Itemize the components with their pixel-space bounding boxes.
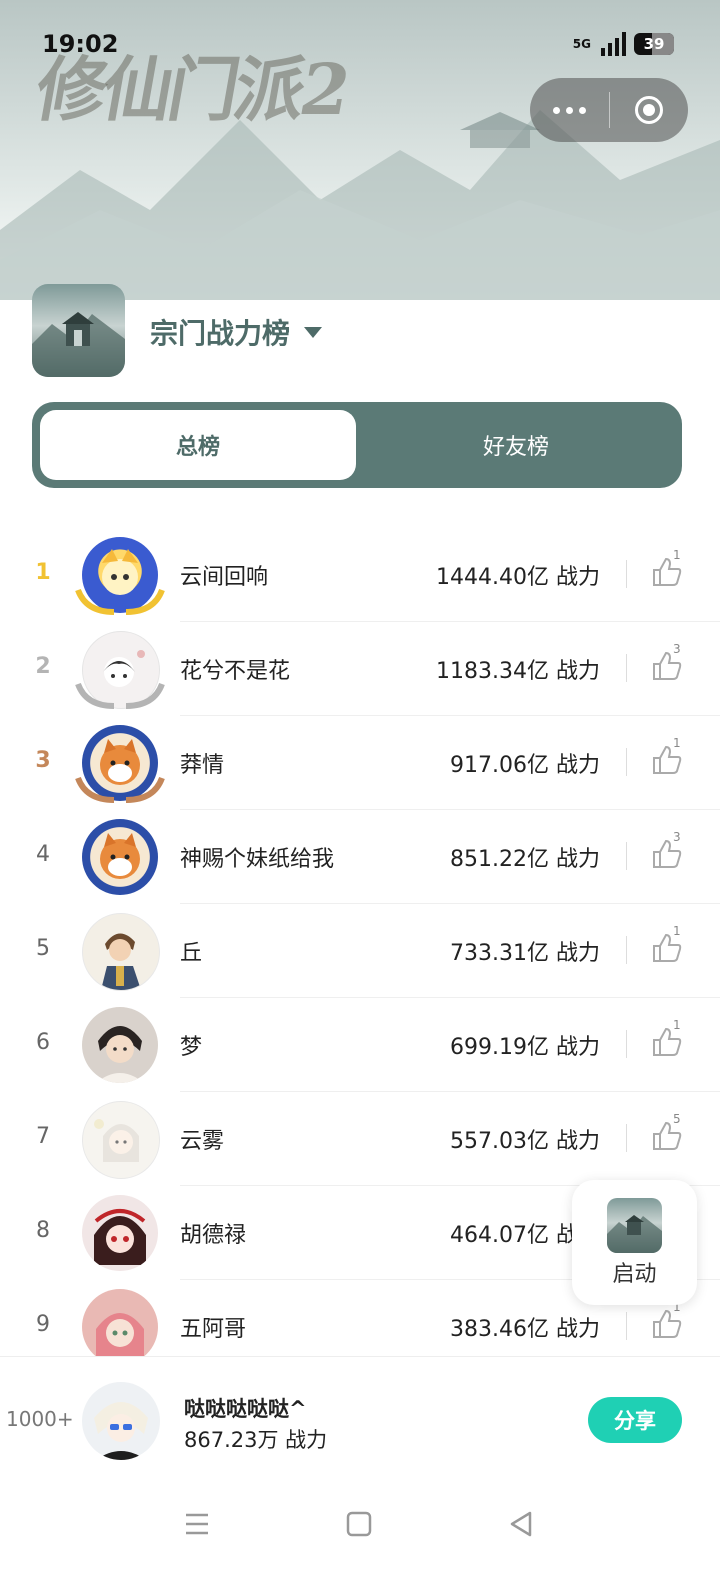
ranking-row[interactable]: 7 云雾 557.03亿 战力 5 (0, 1092, 720, 1186)
player-power: 699.19亿 战力 (450, 1035, 600, 1060)
player-power: 557.03亿 战力 (450, 1129, 600, 1154)
like-count: 3 (673, 830, 681, 844)
avatar[interactable] (82, 1289, 158, 1365)
ranking-row[interactable]: 2 花兮不是花 1183.34亿 战力 3 (0, 622, 720, 716)
avatar[interactable] (82, 1195, 158, 1271)
target-circle-icon[interactable] (610, 96, 688, 124)
ranking-tabs: 总榜 好友榜 (32, 402, 682, 488)
player-name: 云雾 (180, 1129, 225, 1154)
avatar[interactable] (82, 819, 158, 895)
my-rank-bar: 1000+ 哒哒哒哒哒^ 867.23万 战力 分享 (0, 1356, 720, 1482)
ranking-row[interactable]: 1 云间回响 1444.40亿 战力 1 (0, 528, 720, 622)
share-button[interactable]: 分享 (588, 1397, 682, 1443)
status-indicators: 5G 39 (573, 32, 674, 56)
tab-friends[interactable]: 好友榜 (358, 410, 674, 480)
battery-level: 39 (643, 35, 665, 53)
rank-number: 1 (35, 560, 51, 585)
ranking-row[interactable]: 6 梦 699.19亿 战力 1 (0, 998, 720, 1092)
gold-laurel-icon (75, 588, 165, 615)
ranking-row[interactable]: 4 神赐个妹纸给我 851.22亿 战力 3 (0, 810, 720, 904)
network-type: 5G (572, 37, 591, 51)
like-count: 5 (673, 1112, 681, 1126)
ranking-row[interactable]: 5 丘 733.31亿 战力 1 (0, 904, 720, 998)
like-count: 1 (673, 548, 681, 562)
menu-icon[interactable] (184, 1511, 210, 1537)
board-title: 宗门战力榜 (150, 317, 291, 350)
rank-number: 8 (36, 1218, 50, 1243)
avatar[interactable] (82, 1101, 160, 1179)
signal-icon (601, 32, 626, 56)
avatar[interactable] (82, 913, 160, 991)
rank-number: 5 (36, 936, 50, 961)
player-power: 917.06亿 战力 (450, 753, 600, 778)
more-dots-icon[interactable] (530, 106, 609, 114)
my-power: 867.23万 战力 (184, 1428, 328, 1452)
home-icon[interactable] (346, 1511, 372, 1537)
rank-number: 6 (36, 1030, 50, 1055)
caret-down-icon (304, 326, 323, 338)
like-count: 3 (673, 642, 681, 656)
rank-number: 2 (35, 654, 51, 679)
my-rank: 1000+ (6, 1407, 74, 1431)
rank-number: 3 (35, 748, 51, 773)
player-name: 胡德禄 (180, 1223, 247, 1248)
launch-game-button[interactable]: 启动 (572, 1180, 697, 1305)
board-selector[interactable]: 宗门战力榜 (150, 312, 323, 352)
player-name: 云间回响 (180, 565, 269, 590)
row-divider (626, 654, 627, 682)
row-divider (626, 560, 627, 588)
miniprogram-capsule (530, 78, 688, 142)
game-mini-icon (607, 1198, 662, 1253)
row-divider (626, 1312, 627, 1340)
row-divider (626, 842, 627, 870)
player-name: 花兮不是花 (180, 659, 291, 684)
player-power: 851.22亿 战力 (450, 847, 600, 872)
row-divider (626, 936, 627, 964)
system-nav-bar (0, 1481, 720, 1585)
like-count: 1 (673, 736, 681, 750)
row-divider (626, 1030, 627, 1058)
player-name: 莽情 (180, 753, 225, 778)
player-name: 五阿哥 (180, 1317, 247, 1342)
like-count: 1 (673, 1018, 681, 1032)
ranking-row[interactable]: 3 莽情 917.06亿 战力 1 (0, 716, 720, 810)
player-power: 733.31亿 战力 (450, 941, 600, 966)
row-divider (626, 1124, 627, 1152)
player-name: 神赐个妹纸给我 (180, 847, 335, 872)
my-avatar[interactable] (82, 1382, 160, 1460)
my-name: 哒哒哒哒哒^ (184, 1397, 307, 1421)
like-count: 1 (673, 924, 681, 938)
silver-laurel-icon (75, 682, 165, 709)
launch-label: 启动 (612, 1262, 657, 1287)
player-power: 383.46亿 战力 (450, 1317, 600, 1342)
rank-number: 7 (36, 1124, 50, 1149)
player-power: 1183.34亿 战力 (436, 659, 600, 684)
status-time: 19:02 (42, 30, 119, 58)
player-power: 1444.40亿 战力 (436, 565, 600, 590)
bronze-laurel-icon (75, 776, 165, 803)
game-icon (32, 284, 125, 377)
tab-overall[interactable]: 总榜 (40, 410, 356, 480)
row-divider (626, 748, 627, 776)
rank-number: 9 (36, 1312, 50, 1337)
battery-icon: 39 (634, 33, 674, 55)
rank-number: 4 (36, 842, 50, 867)
player-name: 梦 (180, 1035, 203, 1060)
back-icon[interactable] (508, 1511, 534, 1537)
player-name: 丘 (180, 941, 203, 966)
avatar[interactable] (82, 1007, 158, 1083)
